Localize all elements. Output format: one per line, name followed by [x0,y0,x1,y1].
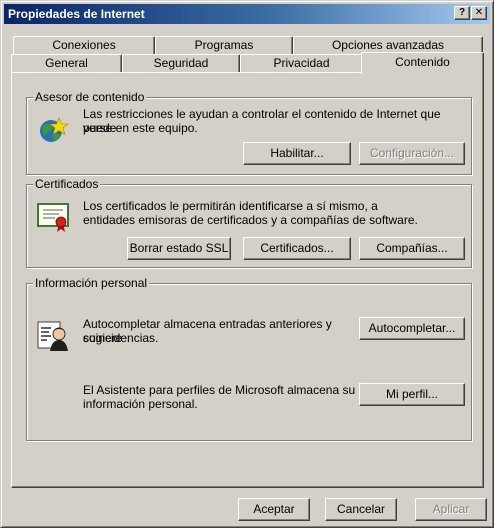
tab-panel-contenido: Asesor de contenido Las restricciones le… [11,72,484,488]
title-bar[interactable]: Propiedades de Internet ? ✕ [4,4,490,24]
tab-seguridad[interactable]: Seguridad [122,54,240,73]
tab-general[interactable]: General [11,54,122,73]
cancel-button[interactable]: Cancelar [325,498,397,521]
globe-star-icon [40,117,69,142]
autocomplete-button[interactable]: Autocompletar... [359,317,465,340]
properties-window: Propiedades de Internet ? ✕ Conexiones P… [0,0,494,528]
window-title: Propiedades de Internet [8,7,145,21]
personal-info-title: Información personal [33,276,150,290]
settings-button[interactable]: Configuración... [359,142,465,165]
personal-info-group: Información personal Autocompletar almac… [26,276,472,441]
enable-button[interactable]: Habilitar... [243,142,351,165]
content-advisor-desc-2: verse en este equipo. [83,121,198,135]
apply-button[interactable]: Aplicar [415,498,487,521]
content-advisor-group: Asesor de contenido Las restricciones le… [26,90,472,175]
help-button[interactable]: ? [454,6,470,20]
tab-contenido[interactable]: Contenido [361,52,484,74]
tab-programas[interactable]: Programas [155,36,293,55]
content-advisor-title: Asesor de contenido [33,90,147,104]
tab-privacidad[interactable]: Privacidad [240,54,363,73]
certificates-desc-1: Los certificados le permitirán identific… [83,199,378,213]
certificates-desc-2: entidades emisoras de certificados y a c… [83,213,418,227]
certificates-group: Certificados Los certificados le permiti… [26,177,472,268]
certificates-button[interactable]: Certificados... [243,237,351,260]
publishers-button[interactable]: Compañías... [359,237,465,260]
ok-button[interactable]: Aceptar [238,498,310,521]
certificates-title: Certificados [33,177,101,191]
autocomplete-desc-2: coincidencias. [83,331,159,345]
profile-card-icon [37,321,68,351]
profile-desc-2: información personal. [83,397,198,411]
my-profile-button[interactable]: Mi perfil... [359,383,465,406]
profile-desc-1: El Asistente para perfiles de Microsoft … [83,383,356,397]
certificate-icon [37,203,69,232]
close-button[interactable]: ✕ [471,6,487,20]
tab-conexiones[interactable]: Conexiones [13,36,155,55]
clear-ssl-button[interactable]: Borrar estado SSL [127,237,231,260]
